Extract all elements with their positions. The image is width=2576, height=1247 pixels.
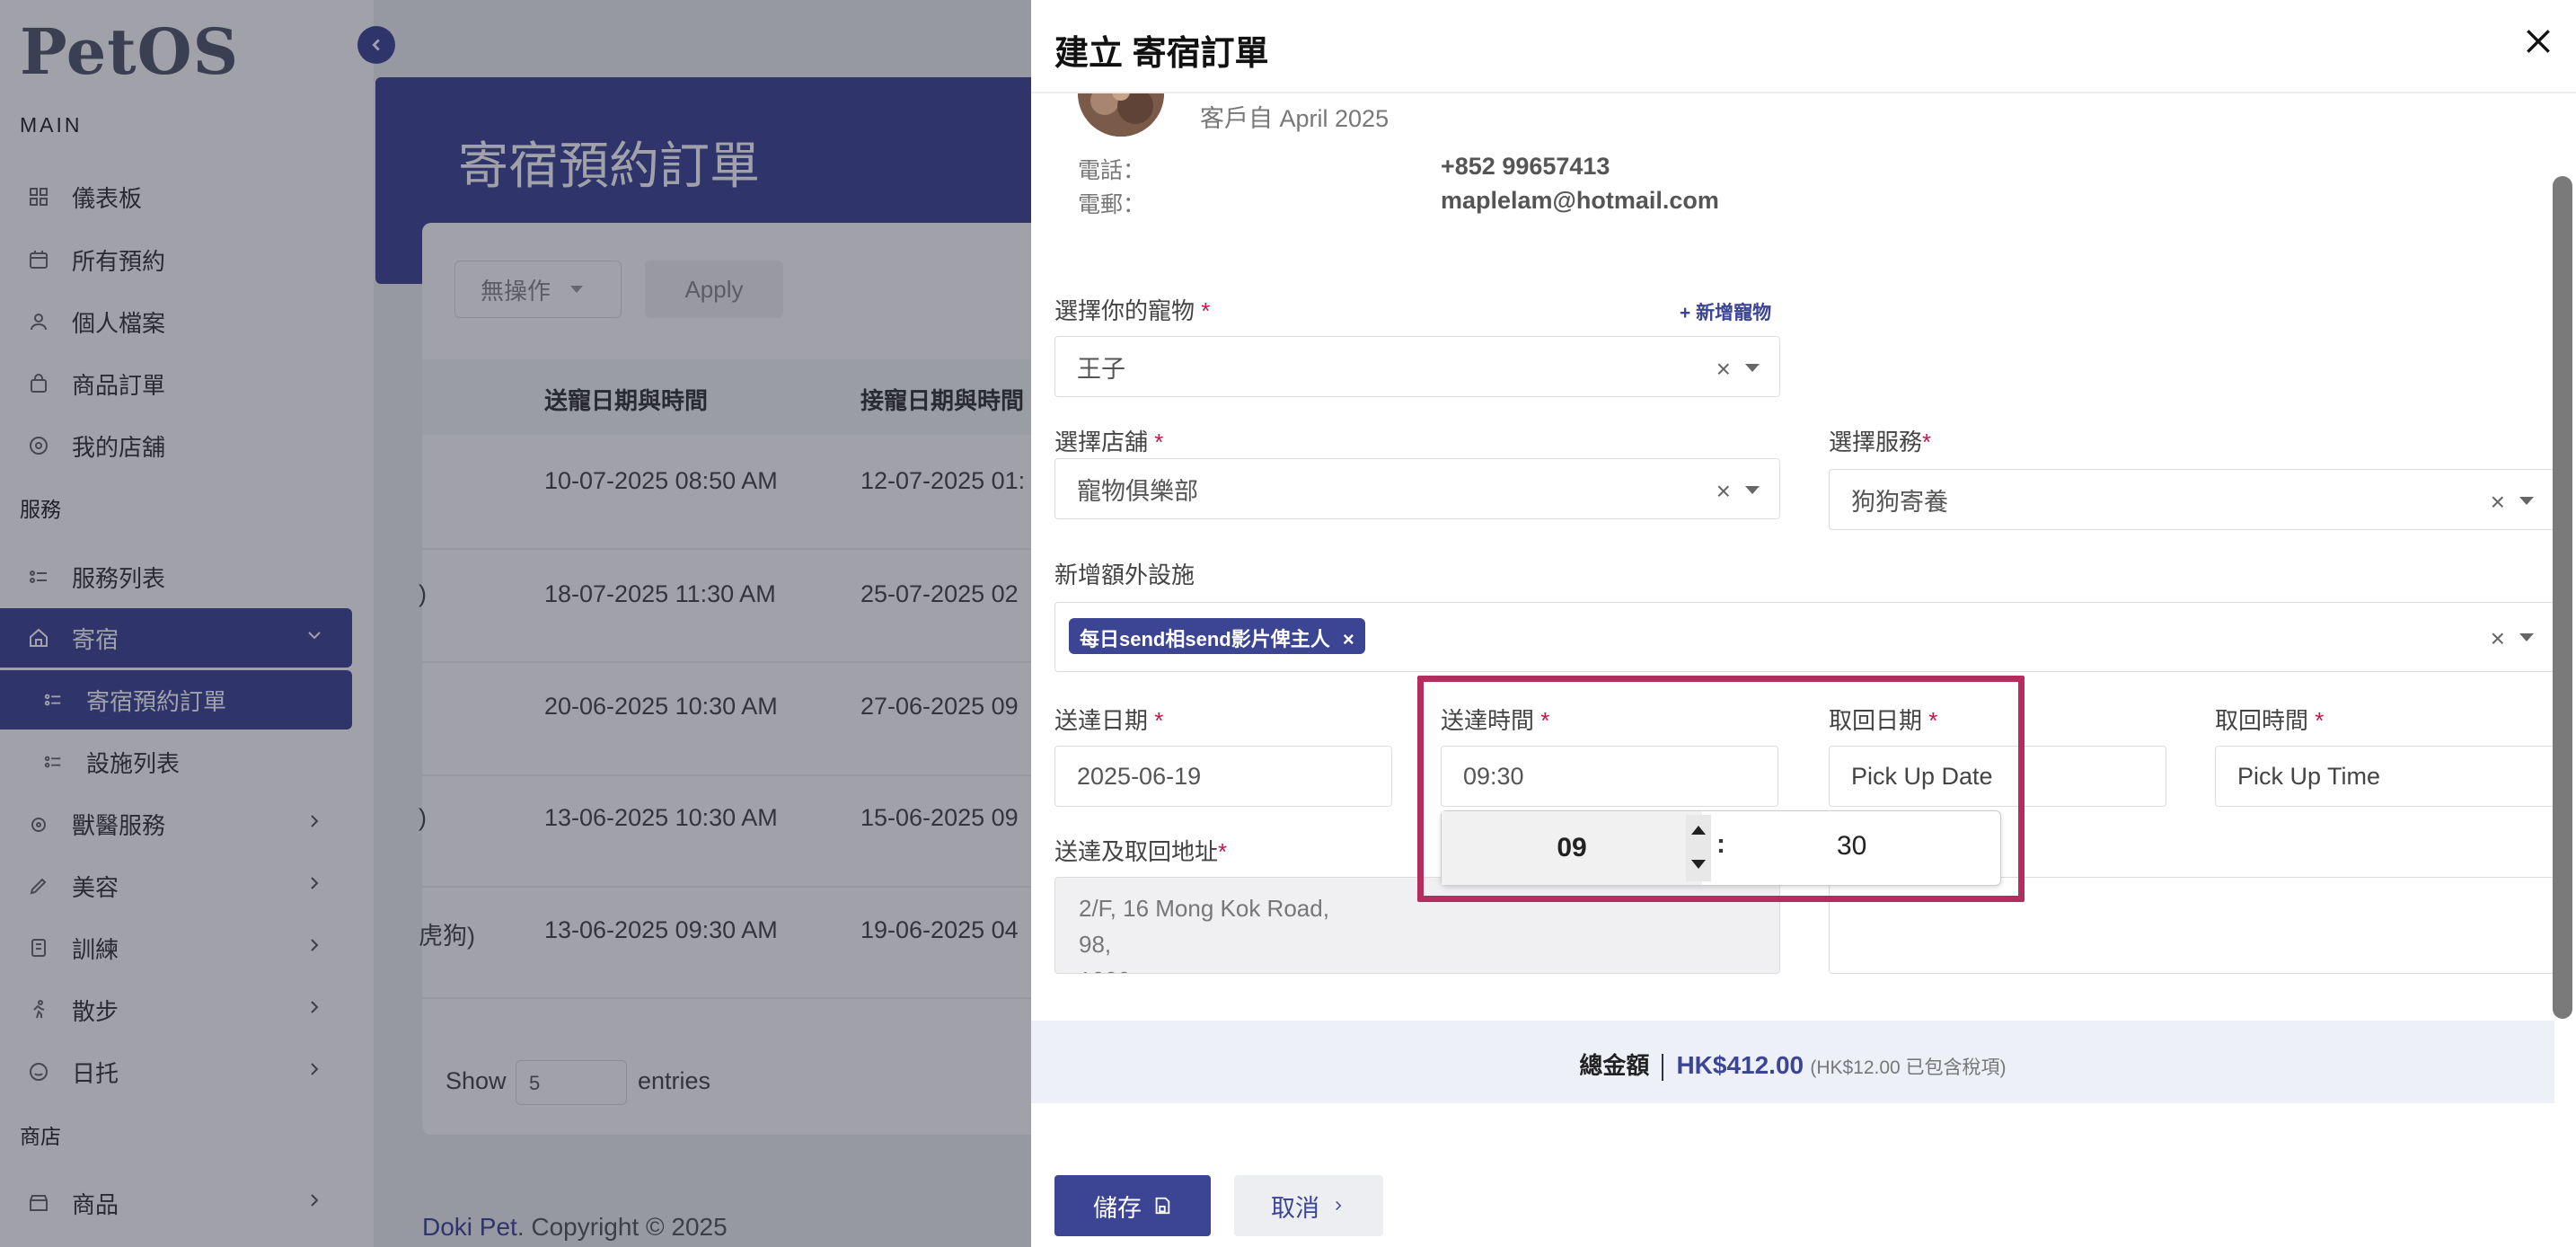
total-tax-note: (HK$12.00 已包含稅項) [1810, 1057, 2007, 1078]
service-select[interactable]: 狗狗寄養 × [1829, 469, 2554, 530]
caret-down-icon [2519, 497, 2534, 505]
service-select-label: 選擇服務* [1829, 429, 1932, 455]
total-bar: 總金額 HK$412.00 (HK$12.00 已包含稅項) [1031, 1021, 2554, 1103]
address-label: 送達及取回地址* [1054, 838, 1228, 865]
total-separator [1662, 1054, 1664, 1082]
pick-time-input[interactable]: Pick Up Time [2215, 746, 2554, 807]
pick-time-label: 取回時間 * [2215, 707, 2325, 734]
facility-select-label: 新增額外設施 [1054, 562, 1195, 588]
address-line: 98, [1079, 931, 1112, 958]
cancel-label: 取消 [1271, 1194, 1319, 1222]
clear-icon[interactable]: × [1716, 477, 1731, 506]
pick-time-placeholder: Pick Up Time [2237, 762, 2381, 790]
customer-since: 客戶自 April 2025 [1200, 105, 1389, 132]
modal-backdrop[interactable] [0, 0, 1031, 1247]
chip-remove-icon[interactable]: × [1343, 628, 1354, 650]
total-label: 總金額 [1579, 1052, 1650, 1079]
store-select-value: 寵物俱樂部 [1077, 477, 1198, 505]
service-select-value: 狗狗寄養 [1851, 488, 1948, 516]
chevron-right-icon [1336, 1200, 1342, 1211]
cancel-button[interactable]: 取消 [1234, 1175, 1383, 1236]
store-select[interactable]: 寵物俱樂部 × [1054, 458, 1780, 519]
drop-date-input[interactable]: 2025-06-19 [1054, 746, 1392, 807]
drawer-scrollbar[interactable] [2553, 176, 2572, 1019]
email-value: maplelam@hotmail.com [1441, 187, 1719, 214]
floppy-icon [1155, 1197, 1170, 1215]
pet-select[interactable]: 王子 × [1054, 336, 1780, 397]
drawer-header: 建立 寄宿訂單 [1031, 0, 2576, 93]
phone-label: 電話： [1078, 158, 1146, 183]
drawer-title: 建立 寄宿訂單 [1054, 35, 1269, 73]
caret-down-icon [1745, 486, 1760, 494]
phone-value: +852 99657413 [1441, 153, 1610, 180]
caret-down-icon [2519, 633, 2534, 641]
clear-icon[interactable]: × [1716, 355, 1731, 384]
address-line: 1000 [1079, 962, 1756, 973]
clear-icon[interactable]: × [2491, 624, 2505, 653]
pet-select-label: 選擇你的寵物 * [1054, 297, 1211, 324]
facility-chip-label: 每日send相send影片俾主人 [1080, 628, 1330, 650]
create-boarding-order-drawer: 客戶自 April 2025 電話： +852 99657413 電郵： map… [1031, 0, 2576, 1247]
total-summary: 總金額 HK$412.00 (HK$12.00 已包含稅項) [1031, 1048, 2554, 1082]
close-button[interactable] [2520, 23, 2556, 59]
caret-down-icon [1745, 364, 1760, 372]
drop-date-label: 送達日期 * [1054, 707, 1164, 734]
add-pet-link[interactable]: + 新增寵物 [1680, 298, 1771, 325]
store-select-label: 選擇店舖 * [1054, 429, 1164, 455]
clear-icon[interactable]: × [2491, 488, 2505, 517]
drop-date-value: 2025-06-19 [1077, 762, 1202, 790]
save-button[interactable]: 儲存 [1054, 1175, 1211, 1236]
time-picker-highlight [1417, 676, 2025, 902]
save-label: 儲存 [1093, 1194, 1142, 1222]
pet-select-value: 王子 [1077, 355, 1125, 383]
total-amount: HK$412.00 [1676, 1051, 1804, 1079]
facility-chip: 每日send相send影片俾主人 × [1069, 618, 1365, 654]
email-label: 電郵： [1078, 192, 1146, 217]
close-icon [2527, 30, 2550, 53]
